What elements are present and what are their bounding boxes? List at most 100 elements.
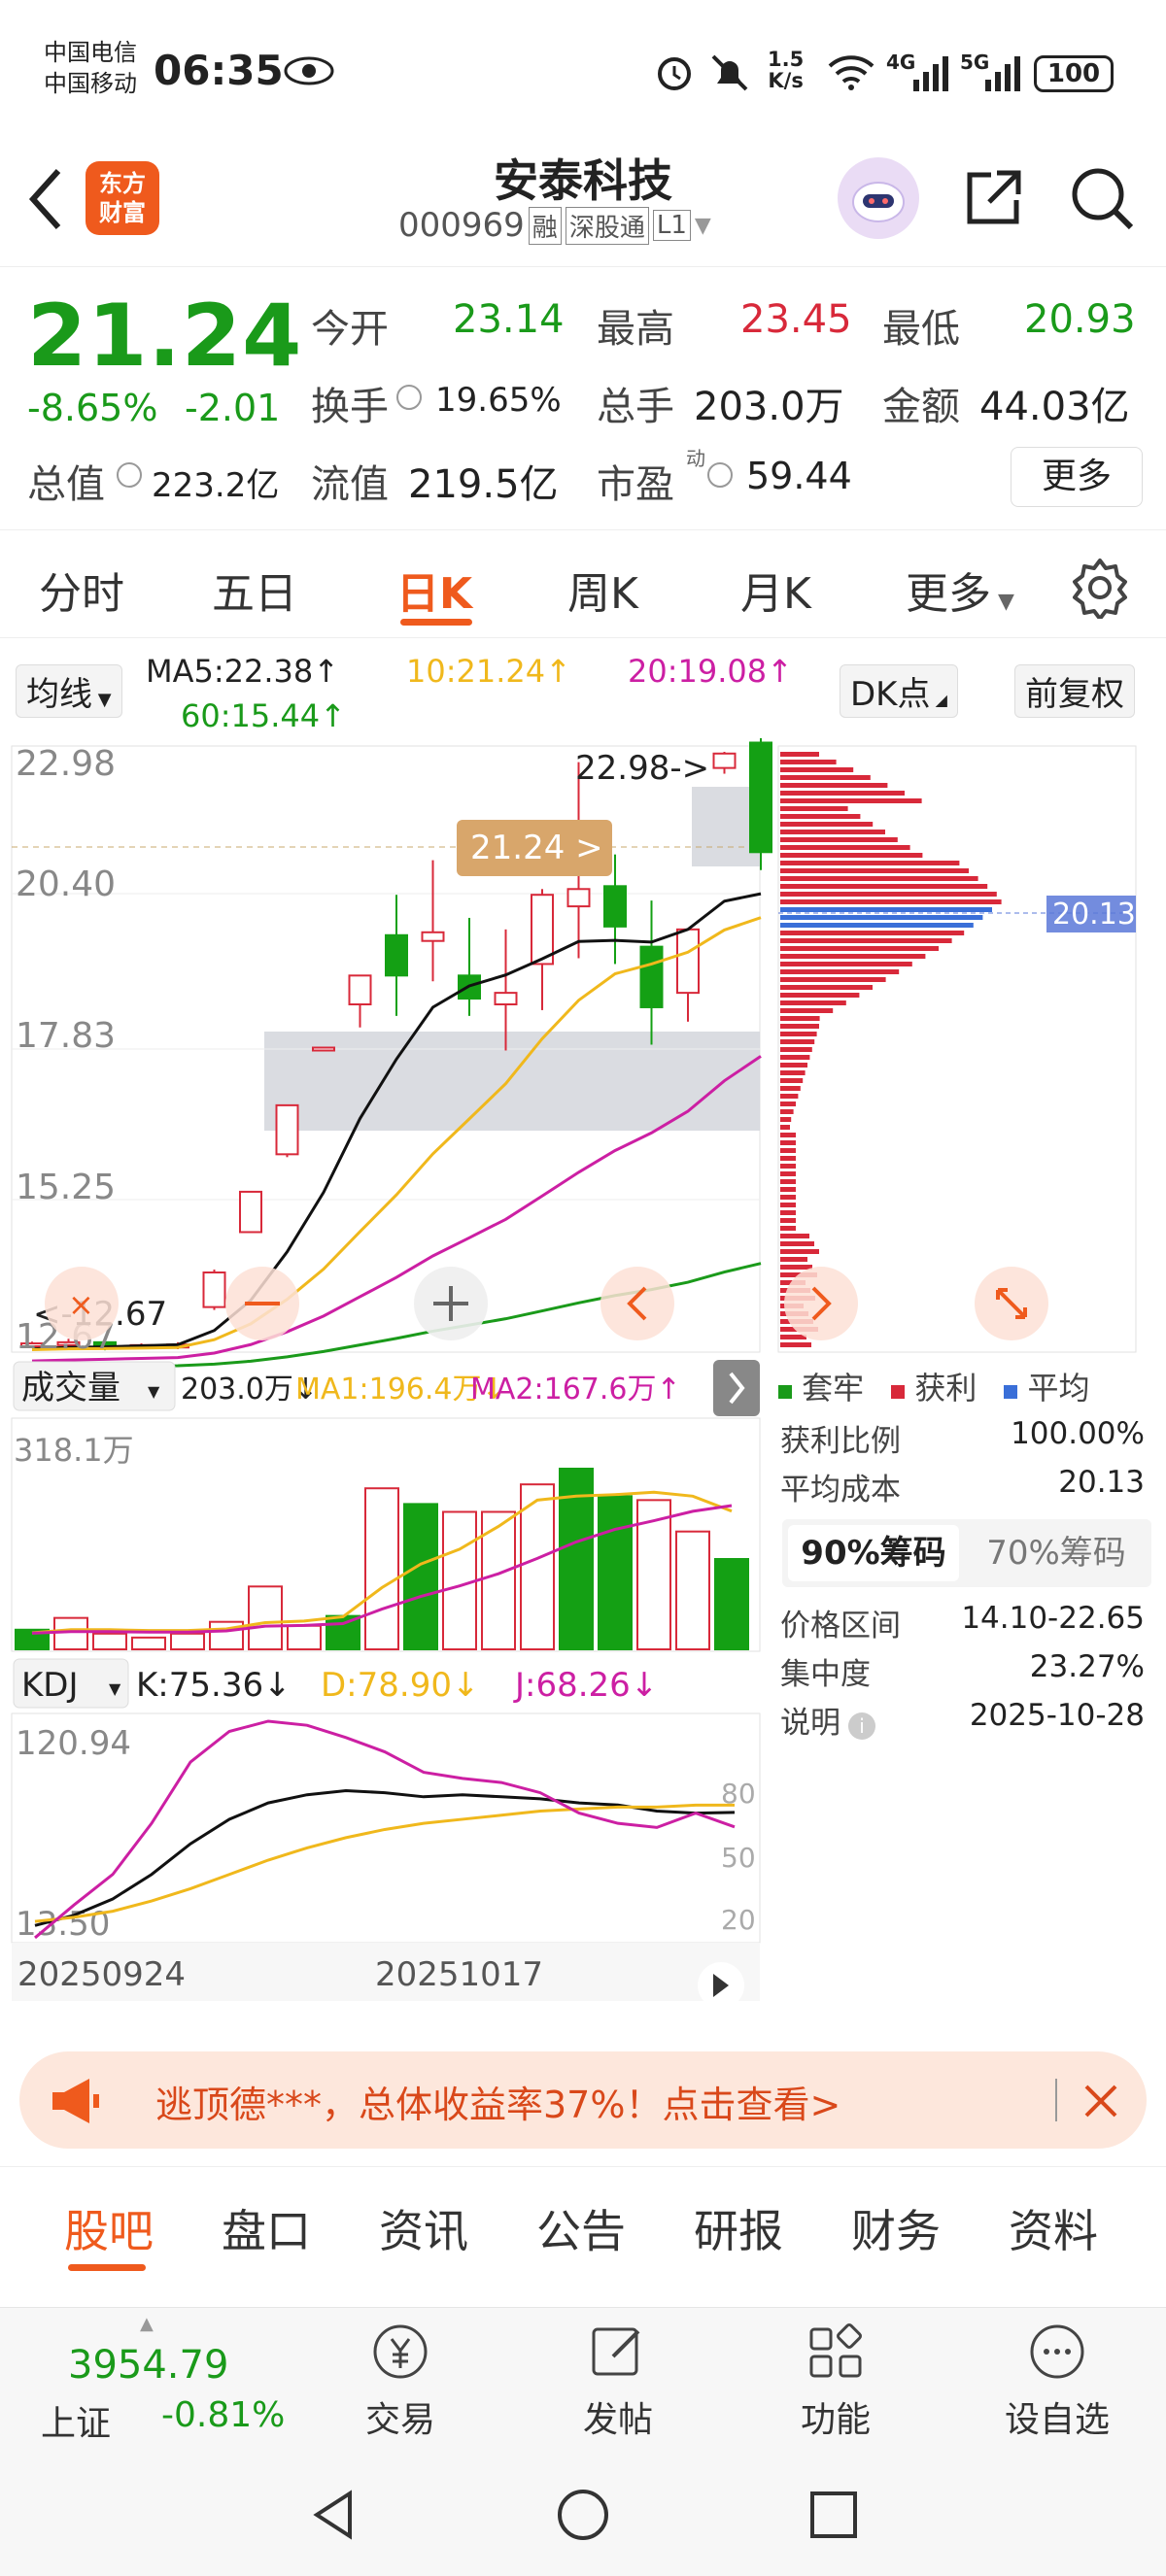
chip-bar	[780, 1241, 814, 1246]
candle-body	[421, 931, 445, 942]
chip-bar	[780, 962, 912, 966]
bottom-toolbar: ▲ 3954.79 上证 -0.81% 交易 发帖 功能 设自选	[0, 2307, 1166, 2453]
promo-banner[interactable]: 逃顶德***，总体收益率37%！点击查看>	[19, 2051, 1147, 2149]
chip-bar	[780, 1016, 820, 1021]
chip-bar	[780, 876, 978, 881]
chip-bar	[780, 1156, 796, 1161]
chip-bar	[780, 946, 939, 951]
banner-text[interactable]: 逃顶德***，总体收益率37%！点击查看>	[155, 2075, 840, 2128]
functions-button[interactable]: 功能	[758, 2318, 913, 2442]
open-label: 今开	[311, 307, 389, 352]
app-logo[interactable]: 东方 财富	[86, 161, 159, 235]
chip-bar	[780, 1195, 796, 1200]
candle-body	[348, 974, 372, 1005]
chip-bar	[780, 1265, 812, 1270]
chip-bar	[780, 1234, 809, 1238]
add-watchlist-button[interactable]: 设自选	[979, 2318, 1135, 2442]
avg-cost-row: 平均成本 20.13	[780, 1465, 1145, 1508]
adjust-button[interactable]: 前复权	[1014, 664, 1135, 718]
dk-point-button[interactable]: DK点 ◢	[840, 664, 958, 718]
robot-assistant-icon[interactable]	[838, 157, 919, 239]
legend-trapped: 套牢	[778, 1364, 864, 1408]
tab-announcements[interactable]: 公告	[536, 2196, 626, 2260]
legend-profit: 获利	[891, 1364, 977, 1408]
index-value: 3954.79	[68, 2343, 229, 2388]
carrier-info: 中国电信 中国移动	[44, 37, 137, 99]
eye-icon	[284, 56, 334, 85]
nav-home-icon[interactable]	[556, 2488, 610, 2542]
chip-bar	[780, 806, 848, 811]
tab-financials[interactable]: 财务	[851, 2196, 941, 2260]
chip-prev-button[interactable]	[784, 1267, 858, 1340]
chip-bar	[780, 1109, 794, 1114]
mktcap-value: 223.2亿	[152, 466, 280, 505]
chip-bar	[780, 931, 965, 935]
tab-more[interactable]: 更多 ▼	[906, 559, 1014, 621]
tab-weekly[interactable]: 周K	[567, 559, 638, 621]
more-button[interactable]: 更多	[1011, 447, 1143, 507]
chip-bar	[780, 915, 983, 920]
info-icon[interactable]	[396, 385, 422, 410]
volume-bar	[675, 1530, 710, 1651]
tab-70-chips[interactable]: 70%筹码	[971, 1525, 1142, 1581]
chip-legend: 套牢 获利 平均	[778, 1364, 1148, 1408]
chip-bar	[780, 1024, 819, 1029]
tab-forum[interactable]: 股吧	[64, 2196, 154, 2260]
chip-bar	[780, 977, 886, 982]
volume-max-label: 318.1万	[14, 1432, 134, 1469]
tab-orderbook[interactable]: 盘口	[222, 2196, 311, 2260]
kdj-title: KDJ	[21, 1666, 79, 1705]
index-ticker[interactable]: ▲ 3954.79 上证 -0.81%	[14, 2314, 305, 2444]
back-icon[interactable]	[23, 165, 66, 233]
open-value: 23.14	[453, 297, 565, 342]
search-icon[interactable]	[1069, 165, 1137, 233]
note-row[interactable]: 说明 i 2025-10-28	[780, 1698, 1145, 1742]
kline-chart[interactable]: 22.98 20.40 17.83 15.25 12.67 22.98-> 21…	[0, 738, 777, 2040]
settings-gear-icon[interactable]	[1069, 557, 1131, 619]
nav-back-icon[interactable]	[309, 2488, 358, 2542]
kdj-j: J:68.26↓	[513, 1666, 658, 1705]
max-price-marker: 22.98->	[575, 749, 709, 788]
chip-distribution-panel: 20.13 套牢 获利 平均 获利比例 100.00% 平均成本 20.13 90%…	[772, 742, 1161, 1743]
tab-profile[interactable]: 资料	[1009, 2196, 1098, 2260]
avg-cost-tag-text: 20.13	[1052, 898, 1136, 932]
change-pct: -8.65%	[27, 387, 158, 429]
volume-bar	[53, 1616, 88, 1650]
scroll-left-button[interactable]	[600, 1267, 674, 1340]
expand-panel-button[interactable]	[713, 1360, 760, 1416]
nav-recents-icon[interactable]	[808, 2490, 859, 2540]
wifi-icon	[828, 55, 874, 90]
tab-research[interactable]: 研报	[694, 2196, 783, 2260]
share-icon[interactable]	[962, 165, 1026, 229]
volume-bar	[598, 1495, 633, 1650]
concentration-row: 集中度 23.27%	[780, 1649, 1145, 1692]
chip-histogram[interactable]: 20.13	[772, 742, 1161, 1364]
chip-bar	[780, 985, 873, 990]
alarm-icon	[658, 57, 691, 90]
tab-news[interactable]: 资讯	[379, 2196, 468, 2260]
carrier-1: 中国电信	[44, 39, 137, 66]
ma20-value: 20:19.08↑	[628, 653, 793, 690]
close-icon[interactable]	[1080, 2081, 1121, 2121]
stock-code-row[interactable]: 000969 融 深股通 L1 ▼	[398, 206, 711, 245]
post-button[interactable]: 发帖	[540, 2318, 696, 2442]
tab-monthly[interactable]: 月K	[740, 559, 811, 621]
tab-intraday[interactable]: 分时	[39, 559, 124, 621]
clock: 06:35	[154, 47, 284, 94]
info-icon[interactable]	[707, 462, 733, 488]
volume-bar	[170, 1632, 205, 1651]
trade-button[interactable]: 交易	[323, 2318, 478, 2442]
float-value: 219.5亿	[408, 462, 559, 507]
chip-bar	[780, 1070, 806, 1075]
trade-icon	[373, 2324, 428, 2379]
tab-daily[interactable]: 日K	[396, 559, 472, 621]
edit-icon	[592, 2327, 640, 2376]
info-icon[interactable]: i	[848, 1712, 875, 1740]
ma-selector[interactable]: 均线 ▼	[16, 664, 122, 718]
dropdown-icon: ▼	[148, 1382, 160, 1401]
tab-90-chips[interactable]: 90%筹码	[788, 1525, 959, 1581]
info-icon[interactable]	[117, 462, 142, 488]
index-change: -0.81%	[161, 2395, 286, 2435]
tab-5day[interactable]: 五日	[212, 559, 297, 621]
period-tabs: 分时 五日 日K 周K 月K 更多 ▼	[0, 531, 1166, 638]
